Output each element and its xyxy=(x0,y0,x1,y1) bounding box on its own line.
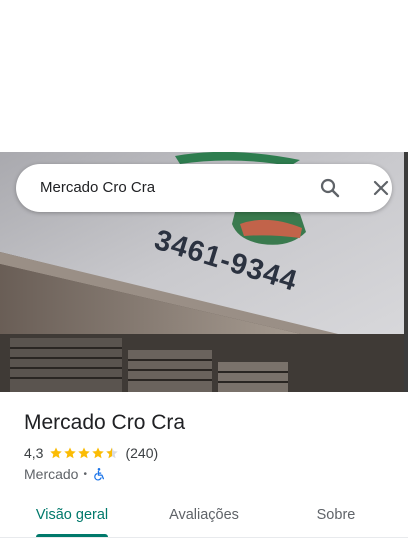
separator-dot: • xyxy=(83,468,87,480)
review-count[interactable]: (240) xyxy=(125,445,158,461)
rating-value: 4,3 xyxy=(24,445,44,461)
place-category[interactable]: Mercado xyxy=(24,466,78,482)
half-star-icon xyxy=(106,447,119,459)
category-row: Mercado • xyxy=(24,465,106,483)
star-icon xyxy=(92,447,105,459)
close-icon[interactable] xyxy=(369,176,393,200)
tabs-divider xyxy=(0,537,408,538)
rating-row[interactable]: 4,3 (240) xyxy=(24,444,158,462)
wheelchair-icon xyxy=(94,468,105,481)
star-icon xyxy=(50,447,63,459)
search-bar[interactable]: Mercado Cro Cra xyxy=(16,164,392,212)
search-input[interactable]: Mercado Cro Cra xyxy=(40,164,155,212)
tab-about[interactable]: Sobre xyxy=(284,494,388,536)
place-tabs: Visão geral Avaliações Sobre xyxy=(0,494,408,538)
star-icon xyxy=(64,447,77,459)
blank-map-area xyxy=(0,0,408,152)
maps-place-view: 3461-9344 Mercado Cro Cra Mercado Cro Cr… xyxy=(0,0,408,544)
search-icon[interactable] xyxy=(318,176,342,200)
place-title: Mercado Cro Cra xyxy=(24,411,186,434)
place-info-panel: Mercado Cro Cra 4,3 (240) Mercado • Visã… xyxy=(0,392,408,544)
tab-overview[interactable]: Visão geral xyxy=(20,494,124,536)
rating-stars xyxy=(49,446,119,460)
tab-reviews[interactable]: Avaliações xyxy=(152,494,256,536)
star-icon xyxy=(78,447,91,459)
photo-edge xyxy=(404,152,408,392)
